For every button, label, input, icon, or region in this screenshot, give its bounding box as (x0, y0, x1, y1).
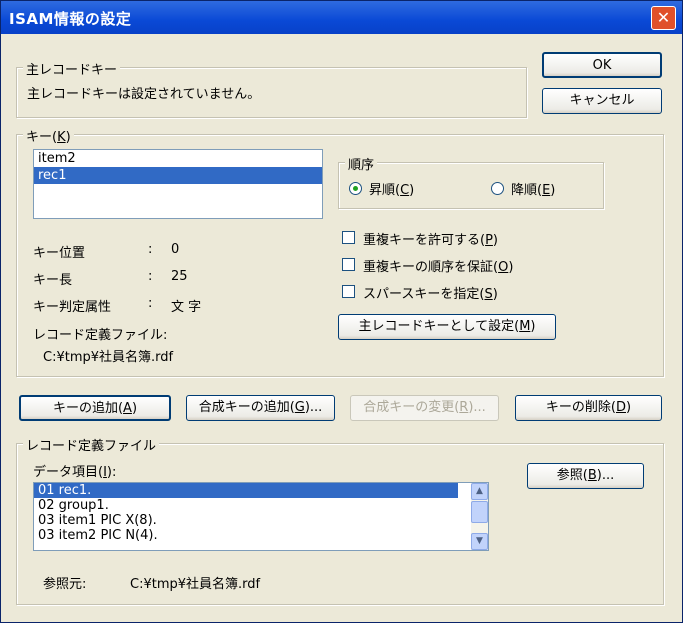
descending-radio[interactable] (491, 182, 504, 195)
descending-label[interactable]: 降順(E) (511, 179, 555, 198)
ok-button[interactable]: OK (542, 52, 662, 78)
cancel-button[interactable]: キャンセル (542, 88, 662, 114)
delete-key-button[interactable]: キーの削除(D) (515, 395, 662, 421)
data-items-listbox[interactable]: 01 rec1. 02 group1. 03 item1 PIC X(8). 0… (33, 482, 489, 551)
key-group-label: キー(K) (23, 126, 74, 145)
key-list-item[interactable]: item2 (34, 150, 322, 167)
key-listbox[interactable]: item2 rec1 (33, 149, 323, 219)
close-icon: ✕ (656, 8, 671, 27)
order-group-label: 順序 (345, 154, 378, 173)
reference-source-path: C:¥tmp¥社員名簿.rdf (130, 577, 261, 592)
browse-button[interactable]: 参照(B)... (527, 463, 644, 489)
scroll-thumb[interactable] (471, 501, 488, 523)
primary-key-status: 主レコードキーは設定されていません。 (27, 87, 261, 102)
key-length-value: 25 (171, 269, 188, 284)
order-group: 順序 昇順(C) 降順(E) (338, 154, 604, 209)
key-position-value: 0 (171, 242, 180, 257)
change-composite-key-button[interactable]: 合成キーの変更(R)... (350, 395, 499, 421)
record-def-file-path: C:¥tmp¥社員名簿.rdf (43, 350, 174, 365)
dialog-body: 主レコードキー 主レコードキーは設定されていません。 OK キャンセル キー(K… (5, 38, 680, 620)
record-def-file-label: レコード定義ファイル: (33, 328, 168, 343)
data-item[interactable]: 03 item2 PIC N(4). (34, 528, 488, 543)
key-attribute-label: キー判定属性 (33, 300, 112, 315)
set-primary-key-button[interactable]: 主レコードキーとして設定(M) (338, 314, 556, 340)
key-length-sep: : (148, 269, 153, 284)
title-bar[interactable]: ISAM情報の設定 ✕ (1, 1, 682, 34)
data-item[interactable]: 01 rec1. (34, 483, 458, 498)
scroll-up-icon[interactable]: ▲ (471, 483, 488, 500)
primary-key-group-label: 主レコードキー (23, 59, 121, 78)
key-length-label: キー長 (33, 273, 73, 288)
record-def-group: レコード定義ファイル データ項目(I): 01 rec1. 02 group1.… (16, 435, 664, 605)
add-composite-key-button[interactable]: 合成キーの追加(G)... (186, 395, 335, 421)
sparse-key-label[interactable]: スパースキーを指定(S) (363, 283, 498, 302)
allow-duplicate-checkbox[interactable] (342, 231, 355, 244)
dialog-window: ISAM情報の設定 ✕ 主レコードキー 主レコードキーは設定されていません。 O… (0, 0, 683, 623)
key-list-item-selected[interactable]: rec1 (34, 167, 322, 184)
record-def-group-label: レコード定義ファイル (23, 435, 160, 454)
key-group: キー(K) item2 rec1 順序 昇順(C) 降順(E) キー位置 : 0… (16, 126, 664, 377)
key-attribute-sep: : (148, 296, 153, 311)
add-key-button[interactable]: キーの追加(A) (19, 395, 171, 421)
data-items-label: データ項目(I): (33, 465, 117, 480)
scroll-down-icon[interactable]: ▼ (471, 533, 488, 550)
duplicate-order-label[interactable]: 重複キーの順序を保証(O) (363, 256, 513, 275)
ascending-radio[interactable] (349, 182, 362, 195)
key-position-label: キー位置 (33, 246, 86, 261)
allow-duplicate-label[interactable]: 重複キーを許可する(P) (363, 229, 498, 248)
data-item[interactable]: 03 item1 PIC X(8). (34, 513, 488, 528)
key-position-sep: : (148, 242, 153, 257)
primary-key-group: 主レコードキー 主レコードキーは設定されていません。 (16, 59, 527, 118)
close-button[interactable]: ✕ (651, 6, 676, 30)
sparse-key-checkbox[interactable] (342, 285, 355, 298)
window-title: ISAM情報の設定 (9, 10, 132, 28)
key-attribute-value: 文 字 (171, 300, 202, 315)
duplicate-order-checkbox[interactable] (342, 258, 355, 271)
ascending-label[interactable]: 昇順(C) (369, 179, 414, 198)
reference-source-label: 参照元: (43, 577, 87, 592)
data-items-scrollbar[interactable]: ▲ ▼ (471, 483, 488, 550)
data-item[interactable]: 02 group1. (34, 498, 488, 513)
